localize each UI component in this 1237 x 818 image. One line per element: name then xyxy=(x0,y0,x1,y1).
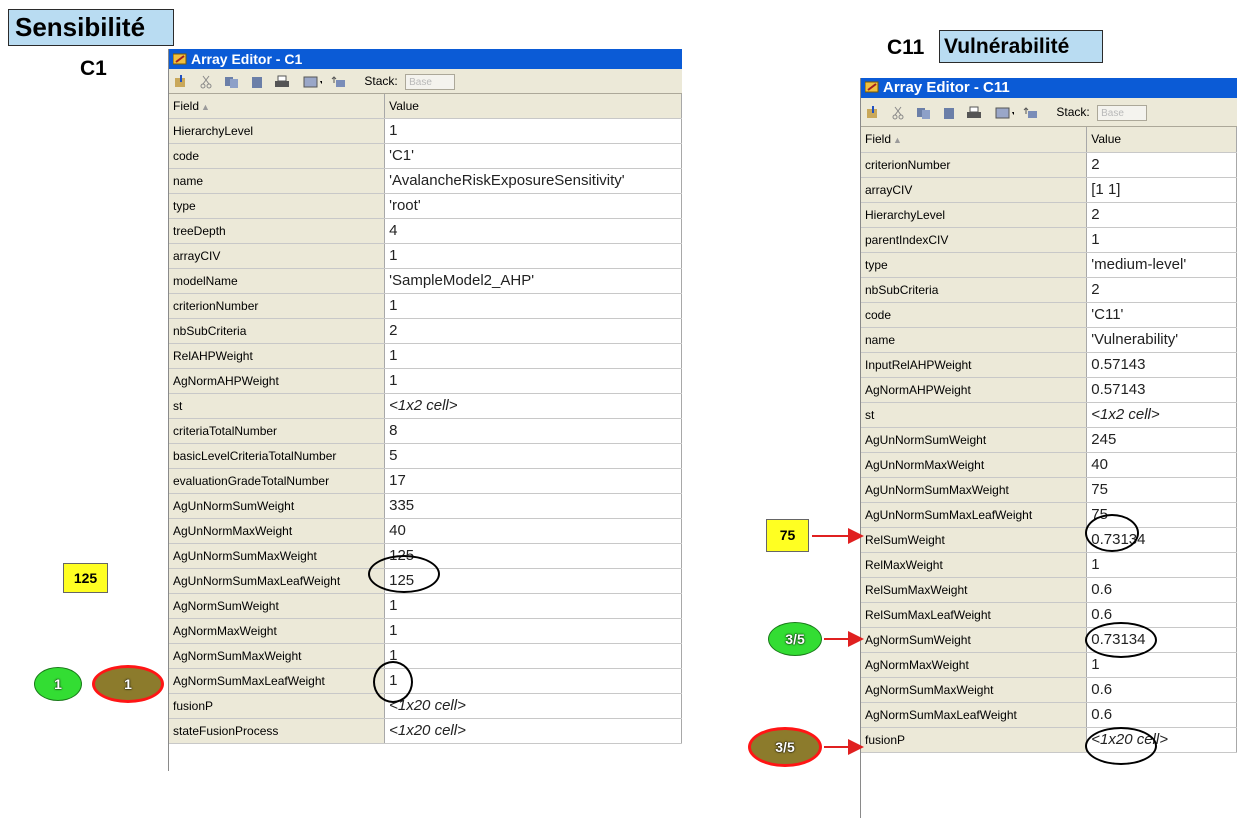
annotation-arrows xyxy=(812,528,864,755)
